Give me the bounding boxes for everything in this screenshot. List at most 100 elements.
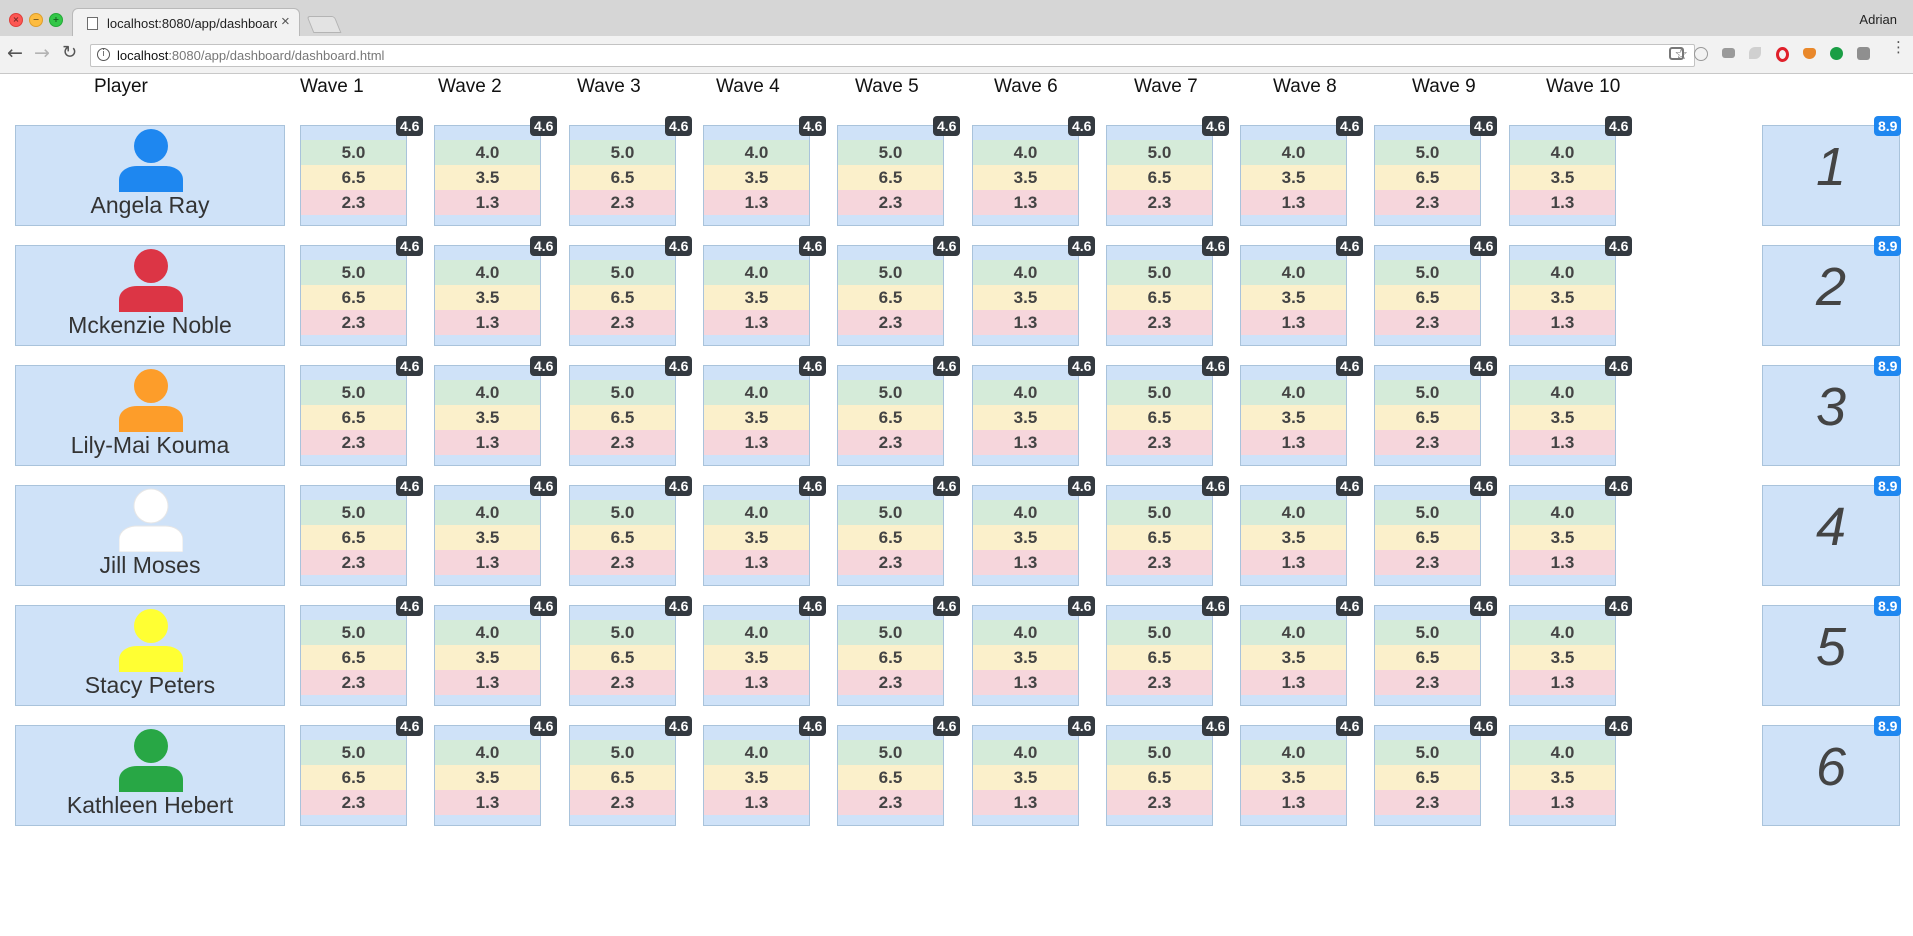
wave-score-card[interactable]: 4.0 3.5 1.3 — [434, 605, 541, 706]
wave-score-card[interactable]: 5.0 6.5 2.3 — [569, 485, 676, 586]
wave-score-card[interactable]: 5.0 6.5 2.3 — [837, 485, 944, 586]
wave-score-card[interactable]: 4.0 3.5 1.3 — [703, 365, 810, 466]
wave-score-card[interactable]: 4.0 3.5 1.3 — [1240, 125, 1347, 226]
leaf-icon[interactable] — [1749, 47, 1761, 59]
wave-score-card[interactable]: 4.0 3.5 1.3 — [972, 725, 1079, 826]
wave-score-card[interactable]: 4.0 3.5 1.3 — [703, 605, 810, 706]
address-bar[interactable]: i localhost:8080/app/dashboard/dashboard… — [90, 44, 1695, 67]
player-card[interactable]: Kathleen Hebert — [15, 725, 285, 826]
score-row-yellow: 3.5 — [704, 405, 809, 430]
wave-score-card[interactable]: 5.0 6.5 2.3 — [1374, 485, 1481, 586]
camera-icon[interactable] — [1722, 48, 1735, 58]
wave-score-card[interactable]: 5.0 6.5 2.3 — [837, 365, 944, 466]
wave-score-card[interactable]: 4.0 3.5 1.3 — [1509, 725, 1616, 826]
wave-score-card[interactable]: 5.0 6.5 2.3 — [1374, 725, 1481, 826]
wave-score-card[interactable]: 4.0 3.5 1.3 — [972, 605, 1079, 706]
player-card[interactable]: Jill Moses — [15, 485, 285, 586]
new-tab-button[interactable] — [306, 16, 342, 33]
wave-score-card[interactable]: 5.0 6.5 2.3 — [300, 365, 407, 466]
wave-score-card[interactable]: 5.0 6.5 2.3 — [837, 725, 944, 826]
wave-score-card[interactable]: 5.0 6.5 2.3 — [300, 125, 407, 226]
profile-name[interactable]: Adrian — [1859, 12, 1897, 27]
tab-close-icon[interactable]: × — [281, 13, 290, 30]
wave-score-card[interactable]: 5.0 6.5 2.3 — [300, 725, 407, 826]
wave-score-card[interactable]: 4.0 3.5 1.3 — [972, 485, 1079, 586]
green-drop-icon[interactable] — [1830, 47, 1843, 60]
window-minimize-button[interactable]: − — [29, 13, 43, 27]
cast-icon[interactable] — [1669, 47, 1684, 60]
wave-score-card[interactable]: 5.0 6.5 2.3 — [1374, 605, 1481, 706]
url-text[interactable]: localhost:8080/app/dashboard/dashboard.h… — [117, 48, 384, 63]
wave-score-card[interactable]: 5.0 6.5 2.3 — [569, 725, 676, 826]
wave-score-card[interactable]: 4.0 3.5 1.3 — [703, 725, 810, 826]
wave-score-card[interactable]: 5.0 6.5 2.3 — [1374, 245, 1481, 346]
player-card[interactable]: Mckenzie Noble — [15, 245, 285, 346]
wave-score-card[interactable]: 5.0 6.5 2.3 — [1106, 365, 1213, 466]
forward-button[interactable]: → — [34, 43, 50, 63]
fox-icon[interactable] — [1803, 48, 1816, 59]
square-extension-icon[interactable] — [1857, 47, 1870, 60]
wave-score-card[interactable]: 4.0 3.5 1.3 — [1240, 365, 1347, 466]
score-row-red: 2.3 — [1107, 550, 1212, 575]
wave-score-card[interactable]: 4.0 3.5 1.3 — [1509, 365, 1616, 466]
wave-score-card[interactable]: 5.0 6.5 2.3 — [300, 605, 407, 706]
wave-score-card[interactable]: 5.0 6.5 2.3 — [1106, 605, 1213, 706]
wave-score-card[interactable]: 5.0 6.5 2.3 — [569, 605, 676, 706]
wave-score-card[interactable]: 5.0 6.5 2.3 — [1106, 245, 1213, 346]
wave-score-card[interactable]: 5.0 6.5 2.3 — [300, 485, 407, 586]
wave-score-card[interactable]: 4.0 3.5 1.3 — [1509, 125, 1616, 226]
info-icon[interactable]: i — [97, 48, 110, 61]
wave-score-card[interactable]: 4.0 3.5 1.3 — [1509, 245, 1616, 346]
window-close-button[interactable]: × — [9, 13, 23, 27]
wave-score-card[interactable]: 5.0 6.5 2.3 — [837, 605, 944, 706]
wave-score-card[interactable]: 4.0 3.5 1.3 — [434, 725, 541, 826]
wave-score-card[interactable]: 5.0 6.5 2.3 — [569, 365, 676, 466]
browser-tab[interactable]: localhost:8080/app/dashboard × — [72, 8, 300, 37]
player-card[interactable]: Stacy Peters — [15, 605, 285, 706]
wave-score-card[interactable]: 4.0 3.5 1.3 — [1240, 725, 1347, 826]
wave-score-badge: 4.6 — [933, 116, 961, 136]
player-card[interactable]: Lily-Mai Kouma — [15, 365, 285, 466]
wave-score-card[interactable]: 5.0 6.5 2.3 — [1106, 125, 1213, 226]
score-row-red: 2.3 — [838, 190, 943, 215]
score-row-green: 4.0 — [1241, 140, 1346, 165]
score-row-red: 2.3 — [1107, 430, 1212, 455]
score-row-red: 2.3 — [301, 790, 406, 815]
wave-score-card[interactable]: 5.0 6.5 2.3 — [1374, 125, 1481, 226]
wave-score-card[interactable]: 4.0 3.5 1.3 — [1240, 485, 1347, 586]
menu-kebab-icon[interactable]: ⋮ — [1891, 40, 1906, 60]
opera-icon[interactable] — [1776, 47, 1789, 62]
player-card[interactable]: Angela Ray — [15, 125, 285, 226]
wave-score-card[interactable]: 4.0 3.5 1.3 — [1509, 605, 1616, 706]
wave-score-card[interactable]: 5.0 6.5 2.3 — [1106, 725, 1213, 826]
wave-score-card[interactable]: 4.0 3.5 1.3 — [1240, 245, 1347, 346]
score-row-yellow: 3.5 — [1510, 165, 1615, 190]
wave-score-card[interactable]: 5.0 6.5 2.3 — [1106, 485, 1213, 586]
wave-score-card[interactable]: 4.0 3.5 1.3 — [434, 245, 541, 346]
wave-score-card[interactable]: 5.0 6.5 2.3 — [569, 125, 676, 226]
wave-score-card[interactable]: 4.0 3.5 1.3 — [972, 245, 1079, 346]
reload-button[interactable]: ↻ — [62, 43, 77, 63]
wave-score-card[interactable]: 4.0 3.5 1.3 — [972, 365, 1079, 466]
wave-score-card[interactable]: 5.0 6.5 2.3 — [837, 125, 944, 226]
score-row-yellow: 6.5 — [301, 405, 406, 430]
wave-score-badge: 4.6 — [530, 356, 558, 376]
wave-score-card[interactable]: 4.0 3.5 1.3 — [434, 485, 541, 586]
wave-score-card[interactable]: 4.0 3.5 1.3 — [434, 125, 541, 226]
wave-score-card[interactable]: 5.0 6.5 2.3 — [569, 245, 676, 346]
wave-score-card[interactable]: 4.0 3.5 1.3 — [434, 365, 541, 466]
wave-score-badge: 4.6 — [1605, 476, 1633, 496]
wave-score-card[interactable]: 4.0 3.5 1.3 — [972, 125, 1079, 226]
wave-score-card[interactable]: 4.0 3.5 1.3 — [1240, 605, 1347, 706]
wave-score-card[interactable]: 4.0 3.5 1.3 — [703, 245, 810, 346]
extension-circle-icon[interactable] — [1694, 47, 1708, 61]
wave-score-card[interactable]: 4.0 3.5 1.3 — [703, 125, 810, 226]
window-maximize-button[interactable]: + — [49, 13, 63, 27]
wave-score-card[interactable]: 5.0 6.5 2.3 — [1374, 365, 1481, 466]
wave-score-card[interactable]: 5.0 6.5 2.3 — [837, 245, 944, 346]
wave-score-card[interactable]: 5.0 6.5 2.3 — [300, 245, 407, 346]
score-row-green: 4.0 — [973, 500, 1078, 525]
wave-score-card[interactable]: 4.0 3.5 1.3 — [1509, 485, 1616, 586]
wave-score-card[interactable]: 4.0 3.5 1.3 — [703, 485, 810, 586]
back-button[interactable]: ← — [7, 43, 23, 63]
